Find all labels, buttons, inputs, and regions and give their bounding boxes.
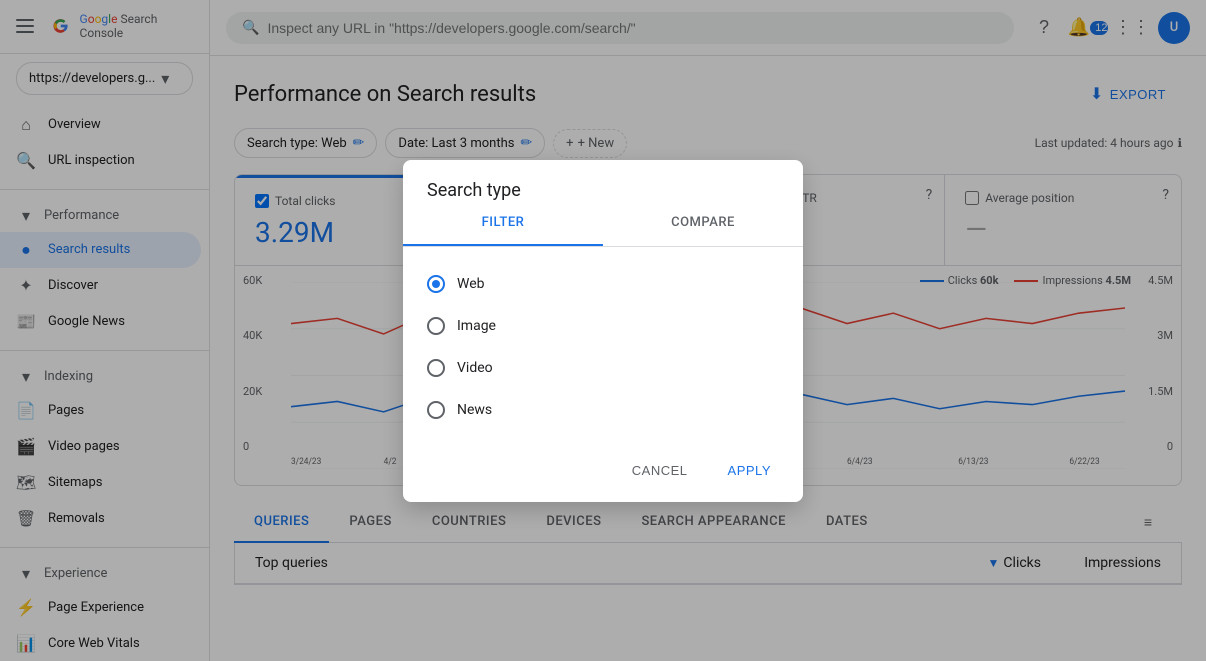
radio-option-image[interactable]: Image [427,305,779,347]
modal-overlay[interactable]: Search type FILTER COMPARE Web Image Vid… [0,0,1206,661]
radio-option-video[interactable]: Video [427,347,779,389]
radio-video-label: Video [457,360,493,376]
modal-tab-compare[interactable]: COMPARE [603,201,803,246]
radio-option-news[interactable]: News [427,389,779,431]
modal-options: Web Image Video News [403,255,803,447]
modal-apply-label: APPLY [728,463,771,478]
radio-option-web[interactable]: Web [427,263,779,305]
modal-tabs: FILTER COMPARE [403,201,803,247]
modal-compare-label: COMPARE [671,215,735,230]
radio-news[interactable] [427,401,445,419]
radio-web[interactable] [427,275,445,293]
modal-apply-button[interactable]: APPLY [712,455,787,486]
radio-image[interactable] [427,317,445,335]
modal-cancel-label: CANCEL [632,463,688,478]
radio-video[interactable] [427,359,445,377]
modal-tab-filter[interactable]: FILTER [403,201,603,246]
radio-image-label: Image [457,318,496,334]
modal-filter-label: FILTER [482,215,525,230]
search-type-modal: Search type FILTER COMPARE Web Image Vid… [403,160,803,502]
radio-web-label: Web [457,276,485,292]
radio-news-label: News [457,402,492,418]
modal-title: Search type [403,160,803,201]
modal-actions: CANCEL APPLY [403,447,803,502]
modal-cancel-button[interactable]: CANCEL [616,455,704,486]
